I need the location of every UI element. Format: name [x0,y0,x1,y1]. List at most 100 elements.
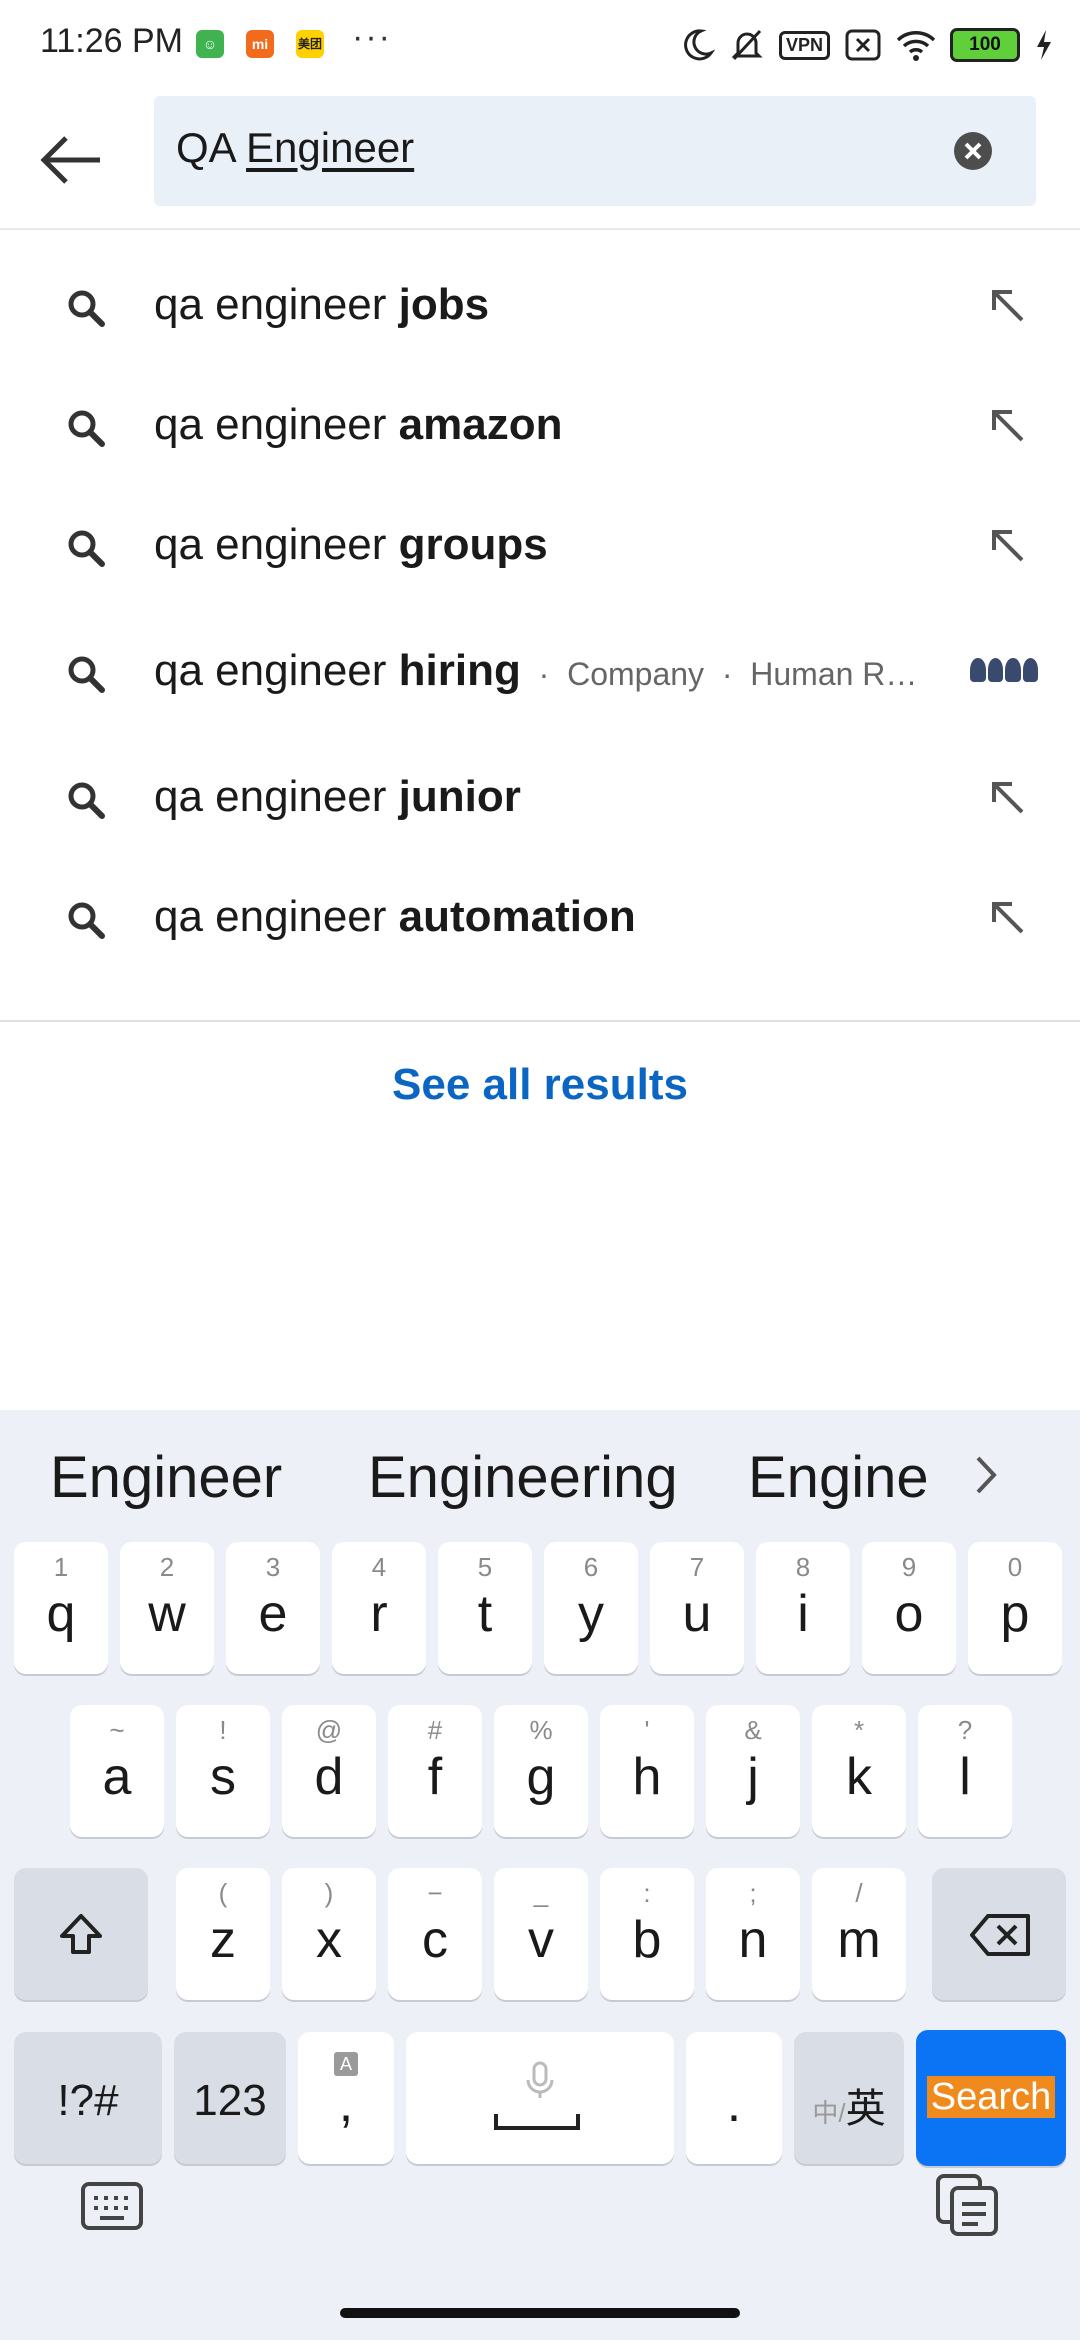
key-k-label: k [846,1748,872,1806]
key-i[interactable]: 8i [756,1542,850,1674]
prediction-2[interactable]: Engineering [368,1444,678,1511]
key-e[interactable]: 3e [226,1542,320,1674]
key-n[interactable]: ; n [706,1868,800,2000]
suggestion-item[interactable]: qa engineer junior [0,742,1080,852]
suggestion-item[interactable]: qa engineer jobs [0,250,1080,360]
search-key[interactable]: Search [916,2030,1066,2166]
suggestion-text: qa engineer jobs [154,280,490,329]
language-switch-key[interactable]: 中/英 [794,2032,904,2164]
divider [0,1020,1080,1022]
key-t[interactable]: 5t [438,1542,532,1674]
microphone-icon [526,2061,554,2098]
key-g[interactable]: % g [494,1705,588,1837]
key-q[interactable]: 1q [14,1542,108,1674]
key-y[interactable]: 6y [544,1542,638,1674]
key-x-label: x [316,1911,342,1969]
no-sim-icon [845,29,881,61]
key-s[interactable]: ! s [176,1705,270,1837]
key-f[interactable]: # f [388,1705,482,1837]
key-j[interactable]: & j [706,1705,800,1837]
backspace-key[interactable] [932,1868,1066,2000]
fill-query-arrow-icon[interactable] [986,404,1030,448]
key-r[interactable]: 4r [332,1542,426,1674]
fill-query-arrow-icon[interactable] [986,524,1030,568]
key-w-label: w [148,1585,186,1643]
key-n-label: n [738,1911,768,1969]
key-j-secondary: & [744,1715,762,1745]
key-c[interactable]: − c [388,1868,482,2000]
key-l-label: l [959,1748,971,1806]
clipboard-icon[interactable] [934,2172,1000,2238]
key-a-label: a [102,1748,132,1806]
close-icon [964,142,982,160]
lang-small-label: 中/ [812,2098,846,2128]
space-icon [494,2114,580,2130]
suggestion-item-company[interactable]: qa engineer hiring · Company · Human R… [0,616,1080,726]
suggestion-item[interactable]: qa engineer amazon [0,370,1080,480]
fill-query-arrow-icon[interactable] [986,896,1030,940]
clear-search-button[interactable] [954,132,992,170]
key-x[interactable]: ) x [282,1868,376,2000]
lang-label: 英 [845,2087,886,2131]
key-s-secondary: ! [219,1715,227,1745]
prediction-3[interactable]: Engine [748,1444,948,1511]
key-c-secondary: − [427,1878,443,1908]
suggestion-meta-industry: Human R… [750,656,918,692]
query-composing-text: Engineer [246,124,415,171]
search-query[interactable]: QA Engineer [176,124,414,172]
status-bar: 11:26 PM ☺ mi 美团 ··· VPN 100 [0,0,1080,90]
key-b[interactable]: :b [600,1868,694,2000]
key-b-label: b [632,1911,662,1969]
key-l[interactable]: ? l [918,1705,1012,1837]
period-key[interactable]: . [686,2032,782,2164]
key-h[interactable]: ' h [600,1705,694,1837]
meituan-icon: 美团 [296,30,324,58]
chevron-right-icon[interactable] [966,1450,1006,1500]
key-d-label: d [314,1748,344,1806]
query-text: QA [176,124,247,171]
fill-query-arrow-icon[interactable] [986,284,1030,328]
search-input[interactable]: QA Engineer [154,96,1036,206]
key-k-secondary: * [853,1715,865,1745]
home-indicator[interactable] [340,2308,740,2318]
key-m[interactable]: / m [812,1868,906,2000]
prediction-1[interactable]: Engineer [50,1444,282,1511]
comma-key[interactable]: A , [298,2032,394,2164]
mute-bell-icon [731,29,763,61]
back-arrow-icon[interactable] [36,130,106,190]
key-z-label: z [210,1911,236,1969]
search-icon [68,530,105,567]
key-f-label: f [427,1748,443,1806]
suggestion-item[interactable]: qa engineer groups [0,490,1080,600]
key-k[interactable]: * k [812,1705,906,1837]
suggestion-text: qa engineer amazon [154,400,563,449]
status-time: 11:26 PM [40,22,184,60]
space-key[interactable] [406,2032,674,2164]
numbers-key[interactable]: 123 [174,2032,286,2164]
key-d[interactable]: @ d [282,1705,376,1837]
search-icon [68,290,105,327]
key-v[interactable]: _ v [494,1868,588,2000]
shift-key[interactable] [14,1868,148,2000]
suggestion-item[interactable]: qa engineer automation [0,862,1080,972]
see-all-results-link[interactable]: See all results [0,1060,1080,1110]
key-w[interactable]: 2w [120,1542,214,1674]
mi-icon: mi [246,30,274,58]
symbols-key[interactable]: !?# [14,2032,162,2164]
key-n-secondary: ; [749,1878,757,1908]
key-v-label: v [528,1911,554,1969]
key-u[interactable]: 7u [650,1542,744,1674]
key-a[interactable]: ~ a [70,1705,164,1837]
keyboard-icon[interactable] [80,2178,144,2234]
key-y-secondary: 6 [583,1552,599,1582]
key-u-label: u [682,1585,712,1643]
moon-icon [684,29,715,61]
key-z[interactable]: (z [176,1868,270,2000]
fill-query-arrow-icon[interactable] [986,776,1030,820]
search-icon [68,782,105,819]
key-p[interactable]: 0p [968,1542,1062,1674]
backspace-icon [970,1914,1030,1956]
key-h-secondary: ' [644,1715,650,1745]
key-y-label: y [578,1585,604,1643]
key-o[interactable]: 9o [862,1542,956,1674]
